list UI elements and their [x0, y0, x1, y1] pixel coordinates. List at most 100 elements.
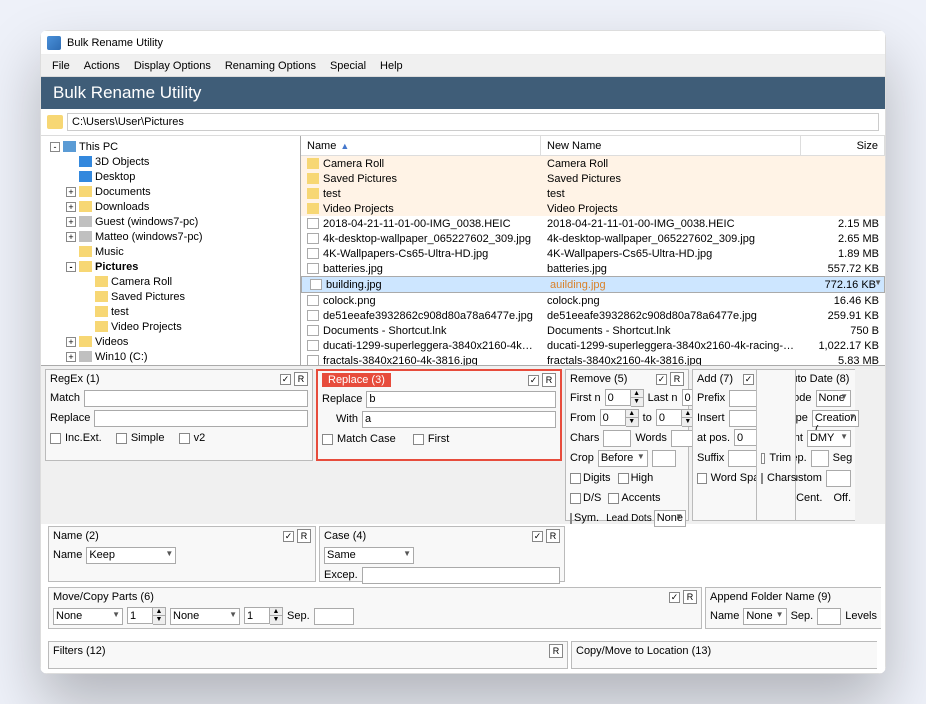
tree-item[interactable]: Camera Roll — [43, 274, 298, 289]
tree-item[interactable]: -This PC — [43, 139, 298, 154]
remove-firstn-spinner[interactable]: ▲▼ — [605, 389, 644, 407]
regex-incext-checkbox[interactable] — [50, 433, 61, 444]
movecopy-enable-checkbox[interactable] — [669, 592, 680, 603]
tree-item[interactable]: +BD-RE Drive (D:) — [43, 364, 298, 365]
tree-item[interactable]: +Guest (windows7-pc) — [43, 214, 298, 229]
remove-sym-checkbox[interactable] — [570, 513, 572, 524]
name-enable-checkbox[interactable] — [283, 531, 294, 542]
tree-item[interactable]: +Documents — [43, 184, 298, 199]
col-newname-header[interactable]: New Name — [541, 136, 801, 155]
file-row[interactable]: fractals-3840x2160-4k-3816.jpgfractals-3… — [301, 353, 885, 365]
autodate-sep-input[interactable] — [811, 450, 829, 467]
add-enable-checkbox[interactable] — [743, 374, 754, 385]
replace-matchcase-checkbox[interactable] — [322, 434, 333, 445]
case-mode-select[interactable]: Same — [324, 547, 414, 564]
tree-item[interactable]: +Win10 (C:) — [43, 349, 298, 364]
case-reset-button[interactable]: R — [546, 529, 560, 543]
tree-expand-icon[interactable]: - — [50, 142, 60, 152]
movecopy-sep-input[interactable] — [314, 608, 354, 625]
replace-first-checkbox[interactable] — [413, 434, 424, 445]
remove-ds-checkbox[interactable] — [570, 493, 581, 504]
file-row[interactable]: testtest — [301, 186, 885, 201]
file-row[interactable]: Documents - Shortcut.lnkDocuments - Shor… — [301, 323, 885, 338]
regex-replace-input[interactable] — [94, 410, 308, 427]
tree-item[interactable]: 3D Objects — [43, 154, 298, 169]
file-row[interactable]: building.jpgauilding.jpg772.16 KB — [301, 276, 885, 293]
menu-display-options[interactable]: Display Options — [127, 57, 218, 75]
movecopy-reset-button[interactable]: R — [683, 590, 697, 604]
tree-expand-icon[interactable]: + — [66, 217, 76, 227]
autodate-fmt-select[interactable]: DMY — [807, 430, 851, 447]
tree-expand-icon[interactable]: + — [66, 337, 76, 347]
file-row[interactable]: colock.pngcolock.png16.46 KB — [301, 293, 885, 308]
menu-special[interactable]: Special — [323, 57, 373, 75]
movecopy-n2-spinner[interactable]: ▲▼ — [244, 607, 283, 625]
menu-help[interactable]: Help — [373, 57, 410, 75]
regex-reset-button[interactable]: R — [294, 372, 308, 386]
menu-file[interactable]: File — [45, 57, 77, 75]
remove-reset-button[interactable]: R — [670, 372, 684, 386]
tree-expand-icon[interactable]: + — [66, 187, 76, 197]
path-input[interactable] — [67, 113, 879, 131]
remove-leaddots-select[interactable]: None — [654, 510, 686, 527]
movecopy-n1-spinner[interactable]: ▲▼ — [127, 607, 166, 625]
file-row[interactable]: 2018-04-21-11-01-00-IMG_0038.HEIC2018-04… — [301, 216, 885, 231]
tree-item[interactable]: Music — [43, 244, 298, 259]
autodate-type-select[interactable]: Creation ( — [812, 410, 860, 427]
folder-up-icon[interactable] — [47, 115, 63, 129]
remove-crop-select[interactable]: Before — [598, 450, 648, 467]
remove-trim-checkbox[interactable] — [761, 453, 765, 464]
name-reset-button[interactable]: R — [297, 529, 311, 543]
remove-chars2-checkbox[interactable] — [761, 473, 763, 484]
tree-item[interactable]: test — [43, 304, 298, 319]
tree-item[interactable]: Saved Pictures — [43, 289, 298, 304]
remove-chars-input[interactable] — [603, 430, 631, 447]
replace-find-input[interactable] — [366, 391, 556, 408]
name-mode-select[interactable]: Keep — [86, 547, 176, 564]
replace-enable-checkbox[interactable] — [528, 375, 539, 386]
remove-digits-checkbox[interactable] — [570, 473, 581, 484]
remove-accents-checkbox[interactable] — [608, 493, 619, 504]
tree-expand-icon[interactable]: - — [66, 262, 76, 272]
file-row[interactable]: Video ProjectsVideo Projects — [301, 201, 885, 216]
tree-item[interactable]: Video Projects — [43, 319, 298, 334]
remove-crop-input[interactable] — [652, 450, 676, 467]
remove-high-checkbox[interactable] — [618, 473, 629, 484]
file-row[interactable]: de51eeafe3932862c908d80a78a6477e.jpgde51… — [301, 308, 885, 323]
file-row[interactable]: ducati-1299-superleggera-3840x2160-4k-ra… — [301, 338, 885, 353]
regex-match-input[interactable] — [84, 390, 308, 407]
remove-enable-checkbox[interactable] — [656, 374, 667, 385]
tree-item[interactable]: -Pictures — [43, 259, 298, 274]
appendfolder-sep-input[interactable] — [817, 608, 841, 625]
replace-reset-button[interactable]: R — [542, 373, 556, 387]
filters-reset-button[interactable]: R — [549, 644, 563, 658]
regex-simple-checkbox[interactable] — [116, 433, 127, 444]
tree-item[interactable]: Desktop — [43, 169, 298, 184]
case-excep-input[interactable] — [362, 567, 560, 584]
file-row[interactable]: 4k-desktop-wallpaper_065227602_309.jpg4k… — [301, 231, 885, 246]
tree-expand-icon[interactable]: + — [66, 352, 76, 362]
tree-item[interactable]: +Videos — [43, 334, 298, 349]
menu-renaming-options[interactable]: Renaming Options — [218, 57, 323, 75]
remove-to-spinner[interactable]: ▲▼ — [656, 409, 695, 427]
col-size-header[interactable]: Size — [801, 136, 885, 155]
add-wordspace-checkbox[interactable] — [697, 473, 707, 484]
replace-with-input[interactable] — [362, 411, 556, 428]
appendfolder-name-select[interactable]: None — [743, 608, 786, 625]
tree-expand-icon[interactable]: + — [66, 232, 76, 242]
case-enable-checkbox[interactable] — [532, 531, 543, 542]
file-row[interactable]: 4K-Wallpapers-Cs65-Ultra-HD.jpg4K-Wallpa… — [301, 246, 885, 261]
tree-item[interactable]: +Matteo (windows7-pc) — [43, 229, 298, 244]
tree-expand-icon[interactable]: + — [66, 202, 76, 212]
regex-v2-checkbox[interactable] — [179, 433, 190, 444]
menu-actions[interactable]: Actions — [77, 57, 127, 75]
file-row[interactable]: Saved PicturesSaved Pictures — [301, 171, 885, 186]
movecopy-mode1-select[interactable]: None — [53, 608, 123, 625]
remove-from-spinner[interactable]: ▲▼ — [600, 409, 639, 427]
autodate-custom-input[interactable] — [826, 470, 851, 487]
col-name-header[interactable]: Name▲ — [301, 136, 541, 155]
folder-tree[interactable]: -This PC3D ObjectsDesktop+Documents+Down… — [41, 136, 301, 365]
regex-enable-checkbox[interactable] — [280, 374, 291, 385]
movecopy-mode2-select[interactable]: None — [170, 608, 240, 625]
autodate-mode-select[interactable]: None — [816, 390, 851, 407]
